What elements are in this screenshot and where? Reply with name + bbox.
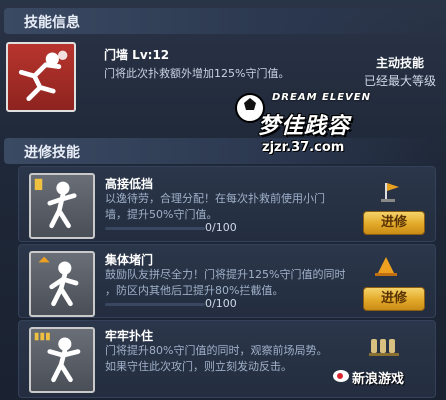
upgrade-button[interactable]: 进修 (363, 287, 425, 311)
training-cone-icon (373, 255, 399, 277)
skill-panel: 技能信息 门墙 Lv:12 门将此次扑救额外增加125%守门值。 主动技能 已经… (0, 0, 446, 400)
skill-type-label: 主动技能 (376, 56, 425, 70)
watermark-url: zjzr.37.com (262, 140, 345, 155)
progress-text: 0/100 (205, 297, 237, 310)
training-dummies-icon (369, 335, 403, 357)
progress-text: 0/100 (205, 221, 237, 234)
max-level-status: 已经最大等级 (364, 74, 437, 88)
skill-desc-line1: 门将提升80%守门值的同时，观察前场局势。 (105, 344, 328, 357)
skill-name: 集体堵门 (105, 253, 154, 267)
sina-logo-icon (332, 366, 350, 384)
upgrade-button[interactable]: 进修 (363, 211, 425, 235)
skill-name: 高接低挡 (105, 177, 154, 191)
advanced-skill-card: 高接低挡 以逸待劳，合理分配！在每次扑救前使用小门 墙，提升50%守门值。 0/… (18, 166, 436, 242)
progress-bar (105, 303, 205, 306)
advanced-skill-title: 进修技能 (24, 145, 80, 161)
training-silhouette-icon (29, 173, 95, 239)
training-silhouette-icon (29, 251, 95, 317)
skill-info-title: 技能信息 (24, 15, 80, 31)
watermark-brand-cn: 梦佳践容 (258, 114, 351, 139)
advanced-skill-card: 集体堵门 鼓励队友拼尽全力！门将提升125%守门值的同时 ，防区内其他后卫提升8… (18, 244, 436, 318)
main-skill-desc: 门将此次扑救额外增加125%守门值。 (104, 67, 290, 80)
watermark-brand-en: DREAM ELEVEN (272, 92, 371, 103)
progress-bar (105, 227, 205, 230)
main-skill-name: 门墙 Lv:12 (104, 48, 170, 62)
skill-desc-line2: 墙，提升50%守门值。 (105, 208, 218, 221)
training-silhouette-icon (29, 327, 95, 393)
sina-watermark: 新浪游戏 (352, 372, 405, 387)
goalkeeper-dive-icon (6, 42, 76, 112)
skill-info-header: 技能信息 (4, 8, 442, 34)
skill-name: 牢牢扑住 (105, 329, 154, 343)
skill-desc-line2: ，防区内其他后卫提升80%拦截值。 (105, 284, 284, 297)
training-flag-icon (379, 181, 405, 203)
skill-desc-line2: 如果守住此次攻门，则立刻发动反击。 (105, 360, 292, 373)
skill-desc-line1: 鼓励队友拼尽全力！门将提升125%守门值的同时 (105, 268, 346, 281)
skill-desc-line1: 以逸待劳，合理分配！在每次扑救前使用小门 (105, 192, 325, 205)
